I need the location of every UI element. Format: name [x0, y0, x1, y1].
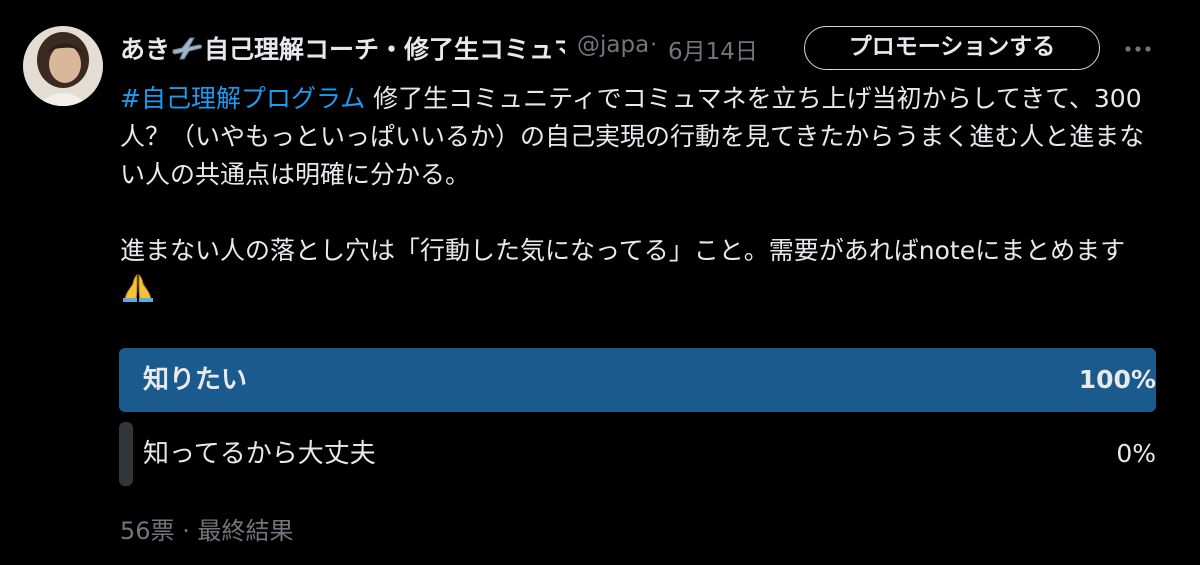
post-date[interactable]: 6月14日: [668, 32, 758, 66]
poll-bar: [119, 422, 133, 486]
display-name[interactable]: あき 自己理解コーチ・修了生コミュマネ: [120, 30, 565, 66]
poll-bar: [119, 348, 1156, 412]
poll-option[interactable]: 知ってるから大丈夫 0%: [119, 422, 1156, 486]
separator-dot: ·: [650, 32, 658, 58]
tweet-text: #自己理解プログラム 修了生コミュニティでコミュマネを立ち上げ当初からしてきて、…: [120, 80, 1160, 308]
poll-vote-count: 56票: [120, 517, 175, 545]
poll-status: 最終結果: [197, 517, 294, 545]
poll: 知りたい 100% 知ってるから大丈夫 0%: [119, 348, 1156, 496]
user-handle[interactable]: @japa: [577, 32, 649, 58]
tweet-paragraph-2: 進まない人の落とし穴は「行動した気になってる」こと。需要があればnoteにまとめ…: [120, 232, 1160, 308]
promote-button[interactable]: プロモーションする: [804, 26, 1100, 70]
airplane-icon: [172, 37, 203, 60]
folded-hands-icon: [123, 273, 153, 302]
tweet-header: あき 自己理解コーチ・修了生コミュマネ @japa · 6月14日 プロモーショ…: [120, 26, 1180, 70]
poll-meta: 56票 · 最終結果: [120, 511, 293, 546]
poll-option-percent: 100%: [1078, 365, 1156, 394]
avatar[interactable]: [23, 26, 103, 106]
poll-option-label: 知ってるから大丈夫: [143, 439, 376, 469]
more-icon[interactable]: [1120, 34, 1156, 64]
poll-option[interactable]: 知りたい 100%: [119, 348, 1156, 412]
display-name-suffix: 自己理解コーチ・修了生コミュマネ: [204, 35, 565, 64]
hashtag-link[interactable]: #自己理解プログラム: [120, 84, 365, 113]
display-name-prefix: あき: [120, 35, 171, 64]
tweet-paragraph-2-text: 進まない人の落とし穴は「行動した気になってる」こと。需要があればnoteにまとめ…: [120, 236, 1126, 265]
poll-option-label: 知りたい: [143, 365, 248, 395]
poll-meta-separator: ·: [182, 517, 190, 545]
tweet-paragraph-1: #自己理解プログラム 修了生コミュニティでコミュマネを立ち上げ当初からしてきて、…: [120, 80, 1160, 194]
poll-option-percent: 0%: [1116, 439, 1156, 468]
